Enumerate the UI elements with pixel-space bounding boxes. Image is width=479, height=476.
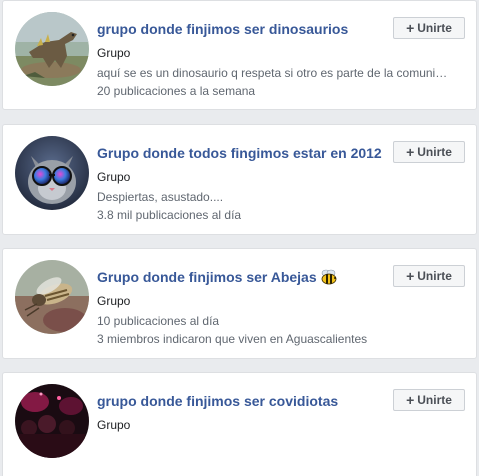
join-button-label: Unirte (417, 21, 452, 35)
group-name-link[interactable]: grupo donde finjimos ser dinosaurios (97, 21, 348, 37)
group-name-link[interactable]: Grupo donde finjimos ser Abejas (97, 269, 338, 288)
group-description: aquí se es un dinosaurio q respeta si ot… (97, 66, 448, 80)
crowd-party-photo-icon (15, 384, 89, 458)
plus-icon: + (406, 20, 415, 36)
join-button-label: Unirte (417, 393, 452, 407)
group-avatar-abejas[interactable] (15, 260, 89, 334)
bee-emoji-icon (320, 269, 338, 288)
group-avatar-covidiotas[interactable] (15, 384, 89, 458)
join-group-button[interactable]: + Unirte (393, 389, 465, 411)
group-name-link[interactable]: grupo donde finjimos ser covidiotas (97, 393, 338, 409)
group-name-link[interactable]: Grupo donde todos fingimos estar en 2012 (97, 145, 382, 161)
group-avatar-dinosaurios[interactable] (15, 12, 89, 86)
plus-icon: + (406, 392, 415, 408)
join-group-button[interactable]: + Unirte (393, 17, 465, 39)
group-type: Grupo (97, 418, 131, 432)
plus-icon: + (406, 144, 415, 160)
cat-with-sunglasses-icon (15, 136, 89, 210)
group-activity: 3.8 mil publicaciones al día (97, 208, 242, 222)
group-type: Grupo (97, 46, 131, 60)
group-result-card: grupo donde finjimos ser dinosaurios Gru… (2, 0, 477, 110)
group-result-card: grupo donde finjimos ser covidiotas Grup… (2, 372, 477, 476)
plus-icon: + (406, 268, 415, 284)
group-result-card: Grupo donde finjimos ser Abejas Grupo 10… (2, 248, 477, 359)
group-result-card: Grupo donde todos fingimos estar en 2012… (2, 124, 477, 235)
join-button-label: Unirte (417, 145, 452, 159)
join-button-label: Unirte (417, 269, 452, 283)
dinosaur-photo-icon (15, 12, 89, 86)
group-name-text: Grupo donde finjimos ser Abejas (97, 269, 317, 286)
join-group-button[interactable]: + Unirte (393, 141, 465, 163)
group-avatar-2012[interactable] (15, 136, 89, 210)
group-type: Grupo (97, 170, 131, 184)
group-members-note: 3 miembros indicaron que viven en Aguasc… (97, 332, 368, 346)
bee-closeup-photo-icon (15, 260, 89, 334)
group-description: Despiertas, asustado.... (97, 190, 224, 204)
group-activity: 10 publicaciones al día (97, 314, 220, 328)
group-activity: 20 publicaciones a la semana (97, 84, 256, 98)
group-type: Grupo (97, 294, 131, 308)
join-group-button[interactable]: + Unirte (393, 265, 465, 287)
